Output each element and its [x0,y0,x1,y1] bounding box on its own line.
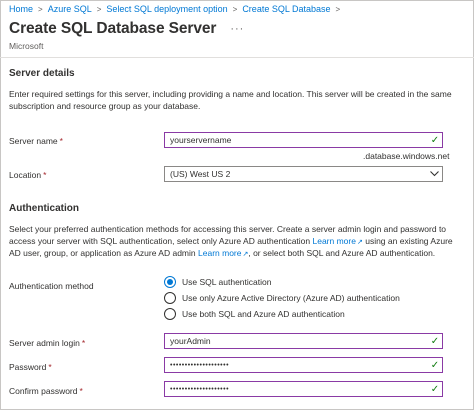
breadcrumb: Home > Azure SQL > Select SQL deployment… [9,4,345,14]
admin-login-input[interactable]: yourAdmin ✓ [164,333,443,349]
server-name-label: Server name * [9,136,63,146]
server-name-value: yourservername [170,135,232,145]
learn-more-link-azure-ad-admin[interactable]: Learn more↗ [198,248,248,258]
checkmark-icon: ✓ [430,134,440,146]
server-details-description: Enter required settings for this server,… [9,89,452,111]
server-name-suffix: .database.windows.net [363,151,450,161]
authentication-description: Select your preferred authentication met… [9,224,459,261]
chevron-right-icon: > [38,4,43,14]
radio-unselected-icon[interactable] [164,308,176,320]
checkmark-icon: ✓ [430,383,440,395]
confirm-password-label: Confirm password * [9,386,83,396]
chevron-right-icon: > [232,4,238,14]
chevron-down-icon [426,170,442,179]
radio-selected-icon[interactable] [164,276,176,288]
confirm-password-value: •••••••••••••••••••• [170,385,230,393]
location-label: Location * [9,170,47,180]
radio-azure-ad-only[interactable]: Use only Azure Active Directory (Azure A… [164,292,400,304]
page-subtitle: Microsoft [9,41,44,51]
radio-unselected-icon[interactable] [164,292,176,304]
password-label: Password * [9,362,52,372]
radio-label: Use only Azure Active Directory (Azure A… [182,293,400,303]
radio-label: Use SQL authentication [182,277,272,287]
breadcrumb-azure-sql[interactable]: Azure SQL [48,4,92,14]
breadcrumb-create-sql-database[interactable]: Create SQL Database [242,4,330,14]
location-dropdown[interactable]: (US) West US 2 [164,166,443,182]
checkmark-icon: ✓ [430,359,440,371]
learn-more-link-azure-ad[interactable]: Learn more↗ [313,236,363,246]
required-marker: * [81,338,86,348]
chevron-right-icon: > [335,4,341,14]
breadcrumb-home[interactable]: Home [9,4,33,14]
password-value: •••••••••••••••••••• [170,361,230,369]
required-marker: * [79,386,83,396]
header-divider [0,57,474,58]
breadcrumb-deployment-option[interactable]: Select SQL deployment option [106,4,227,14]
confirm-password-input[interactable]: •••••••••••••••••••• ✓ [164,381,443,397]
password-input[interactable]: •••••••••••••••••••• ✓ [164,357,443,373]
authentication-heading: Authentication [9,203,79,214]
admin-login-value: yourAdmin [170,336,211,346]
admin-login-label: Server admin login * [9,338,86,348]
radio-label: Use both SQL and Azure AD authentication [182,309,345,319]
external-link-icon: ↗ [356,238,363,246]
title-row: Create SQL Database Server ··· [9,20,244,38]
location-value: (US) West US 2 [170,169,231,179]
more-options-icon[interactable]: ··· [230,23,244,35]
required-marker: * [43,170,47,180]
chevron-right-icon: > [96,4,102,14]
required-marker: * [48,362,52,372]
required-marker: * [59,136,63,146]
checkmark-icon: ✓ [430,335,440,347]
server-details-heading: Server details [9,68,75,79]
radio-both-authentication[interactable]: Use both SQL and Azure AD authentication [164,308,345,320]
radio-sql-authentication[interactable]: Use SQL authentication [164,276,271,288]
server-name-input[interactable]: yourservername ✓ [164,132,443,148]
authentication-method-label: Authentication method [9,281,94,291]
page-title: Create SQL Database Server [9,20,217,37]
